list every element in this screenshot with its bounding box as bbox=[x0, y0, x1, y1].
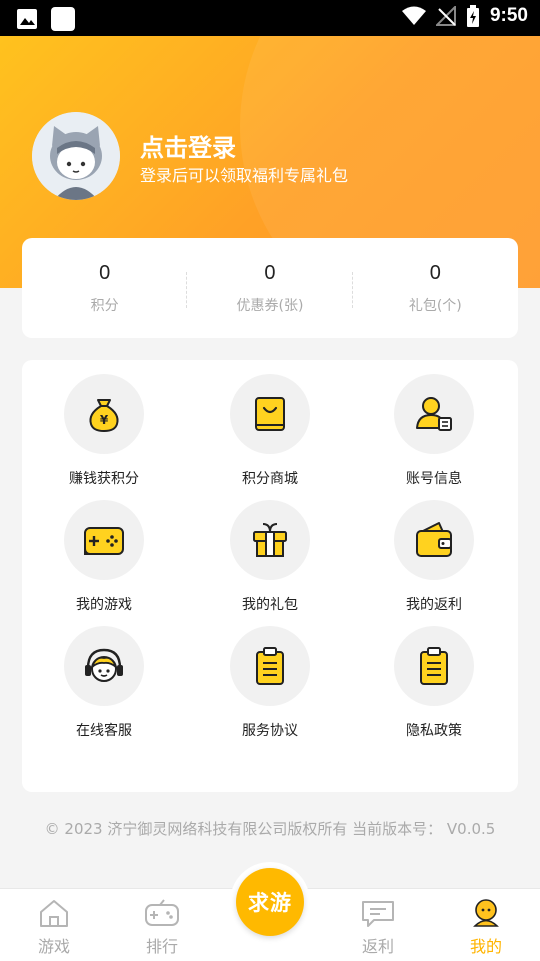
image-notification-icon bbox=[17, 9, 37, 29]
tab-label: 我的 bbox=[469, 937, 502, 956]
menu-my-rebate[interactable]: 我的返利 bbox=[354, 500, 514, 614]
tab-label: 游戏 bbox=[37, 937, 70, 956]
money-bag-icon: ¥ bbox=[89, 399, 119, 432]
menu-icon-bg: ¥ bbox=[64, 374, 144, 454]
login-subtitle: 登录后可以领取福利专属礼包 bbox=[140, 166, 349, 185]
menu-icon-bg bbox=[394, 374, 474, 454]
menu-grid: ¥ 赚钱获积分 积分商城 账号信息 我的游戏 我的礼包 我的返利 在线客服 服务… bbox=[22, 360, 518, 792]
menu-label: 积分商城 bbox=[242, 471, 298, 487]
menu-label: 我的游戏 bbox=[76, 597, 132, 613]
menu-icon-bg bbox=[230, 374, 310, 454]
headset-icon bbox=[85, 648, 123, 682]
menu-icon-bg bbox=[64, 626, 144, 706]
message-icon bbox=[362, 901, 394, 927]
stat-gifts[interactable]: 0 礼包(个) bbox=[353, 238, 518, 338]
menu-my-games[interactable]: 我的游戏 bbox=[24, 500, 184, 614]
menu-label: 我的返利 bbox=[406, 597, 462, 613]
tab-ranking[interactable]: 排行 bbox=[122, 899, 202, 957]
stat-value: 0 bbox=[99, 262, 111, 284]
wallet-icon bbox=[416, 522, 452, 557]
tab-mine[interactable]: 我的 bbox=[446, 899, 526, 957]
menu-icon-bg bbox=[64, 500, 144, 580]
account-card-icon bbox=[416, 397, 452, 431]
clipboard-icon bbox=[256, 647, 284, 685]
center-button-wrap: 求游 bbox=[230, 862, 310, 942]
app-notification-icon bbox=[51, 7, 75, 31]
stats-card: 0 积分 0 优惠券(张) 0 礼包(个) bbox=[22, 238, 518, 338]
menu-icon-bg bbox=[230, 500, 310, 580]
gamepad-icon bbox=[84, 527, 124, 555]
gift-icon bbox=[253, 523, 287, 557]
svg-text:¥: ¥ bbox=[100, 413, 109, 427]
shopping-bag-icon bbox=[255, 397, 285, 431]
stat-value: 0 bbox=[264, 262, 276, 284]
avatar[interactable] bbox=[32, 112, 120, 200]
menu-account-info[interactable]: 账号信息 bbox=[354, 374, 514, 488]
menu-points-mall[interactable]: 积分商城 bbox=[190, 374, 350, 488]
tab-label: 排行 bbox=[145, 937, 178, 956]
request-game-label: 求游 bbox=[248, 891, 292, 915]
stat-label: 礼包(个) bbox=[408, 298, 462, 314]
menu-my-gifts[interactable]: 我的礼包 bbox=[190, 500, 350, 614]
menu-label: 账号信息 bbox=[406, 471, 462, 487]
menu-label: 赚钱获积分 bbox=[69, 471, 139, 487]
menu-label: 隐私政策 bbox=[406, 723, 462, 739]
menu-icon-bg bbox=[394, 626, 474, 706]
stat-coupons[interactable]: 0 优惠券(张) bbox=[187, 238, 353, 338]
clipboard-icon bbox=[420, 647, 448, 685]
battery-charging-icon bbox=[466, 5, 479, 27]
stat-value: 0 bbox=[429, 262, 441, 284]
no-signal-icon bbox=[435, 6, 456, 26]
avatar-character-icon bbox=[32, 112, 120, 200]
menu-icon-bg bbox=[394, 500, 474, 580]
tab-label: 返利 bbox=[361, 937, 394, 956]
menu-privacy-policy[interactable]: 隐私政策 bbox=[354, 626, 514, 740]
copyright-text: © 2023 济宁御灵网络科技有限公司版权所有 当前版本号： V0.0.5 bbox=[44, 820, 496, 838]
gamepad-outline-icon bbox=[145, 899, 179, 926]
login-prompt[interactable]: 点击登录 bbox=[140, 128, 236, 163]
menu-earn-points[interactable]: ¥ 赚钱获积分 bbox=[24, 374, 184, 488]
status-bar: 9:50 bbox=[0, 0, 540, 36]
user-icon bbox=[473, 899, 499, 927]
menu-service-agreement[interactable]: 服务协议 bbox=[190, 626, 350, 740]
menu-icon-bg bbox=[230, 626, 310, 706]
menu-online-service[interactable]: 在线客服 bbox=[24, 626, 184, 740]
request-game-button[interactable]: 求游 bbox=[236, 868, 304, 936]
tab-games[interactable]: 游戏 bbox=[14, 899, 94, 957]
menu-label: 在线客服 bbox=[76, 723, 132, 739]
clock: 9:50 bbox=[489, 5, 528, 26]
menu-label: 我的礼包 bbox=[242, 597, 298, 613]
tab-rebate[interactable]: 返利 bbox=[338, 899, 418, 957]
stat-label: 积分 bbox=[90, 298, 119, 314]
stat-label: 优惠券(张) bbox=[236, 298, 304, 314]
home-icon bbox=[40, 900, 68, 927]
stat-points[interactable]: 0 积分 bbox=[22, 238, 188, 338]
wifi-icon bbox=[401, 6, 426, 25]
menu-label: 服务协议 bbox=[242, 723, 298, 739]
